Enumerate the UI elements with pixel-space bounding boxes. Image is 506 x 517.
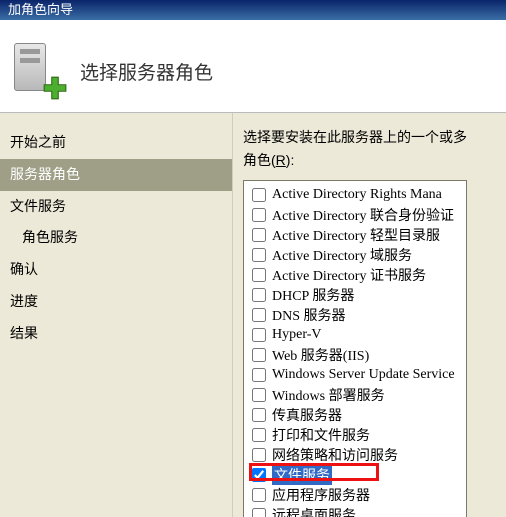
role-label: 传真服务器 — [272, 405, 342, 425]
role-label: 网络策略和访问服务 — [272, 445, 398, 465]
role-label: 文件服务 — [272, 465, 332, 485]
sidebar-step[interactable]: 服务器角色 — [0, 159, 232, 191]
role-label: DHCP 服务器 — [272, 285, 354, 305]
wizard-steps-sidebar: 开始之前服务器角色文件服务角色服务确认进度结果 — [0, 113, 233, 517]
role-item[interactable]: 传真服务器 — [244, 405, 466, 425]
instruction-text: 选择要安装在此服务器上的一个或多 — [243, 127, 506, 148]
role-item[interactable]: DHCP 服务器 — [244, 285, 466, 305]
role-item[interactable]: Active Directory 域服务 — [244, 245, 466, 265]
role-item[interactable]: 应用程序服务器 — [244, 485, 466, 505]
sidebar-step[interactable]: 进度 — [0, 286, 232, 318]
role-checkbox[interactable] — [252, 348, 266, 362]
roles-listbox[interactable]: Active Directory Rights Mana Active Direc… — [243, 180, 467, 517]
role-label: 应用程序服务器 — [272, 485, 370, 505]
role-checkbox[interactable] — [252, 328, 266, 342]
window-titlebar: 加角色向导 — [0, 0, 506, 20]
role-checkbox[interactable] — [252, 468, 266, 482]
sidebar-step[interactable]: 结果 — [0, 318, 232, 350]
role-item[interactable]: DNS 服务器 — [244, 305, 466, 325]
roles-label: 角色(R): — [243, 150, 506, 170]
role-checkbox[interactable] — [252, 488, 266, 502]
role-checkbox[interactable] — [252, 228, 266, 242]
role-item[interactable]: Active Directory 轻型目录服 — [244, 225, 466, 245]
role-item[interactable]: Web 服务器(IIS) — [244, 345, 466, 365]
role-label: Active Directory 证书服务 — [272, 265, 426, 285]
page-title: 选择服务器角色 — [80, 58, 213, 85]
role-item[interactable]: 远程桌面服务 — [244, 505, 466, 517]
role-checkbox[interactable] — [252, 368, 266, 382]
role-item[interactable]: 文件服务 — [244, 465, 466, 485]
role-label: Active Directory 域服务 — [272, 245, 412, 265]
role-item[interactable]: Windows 部署服务 — [244, 385, 466, 405]
window-title: 加角色向导 — [8, 2, 73, 17]
sidebar-step-label: 文件服务 — [10, 198, 66, 214]
role-item[interactable]: Active Directory Rights Mana — [244, 185, 466, 205]
role-item[interactable]: 打印和文件服务 — [244, 425, 466, 445]
sidebar-step-label: 确认 — [10, 261, 38, 277]
role-item[interactable]: Active Directory 联合身份验证 — [244, 205, 466, 225]
role-label: Web 服务器(IIS) — [272, 345, 369, 365]
role-checkbox[interactable] — [252, 428, 266, 442]
role-checkbox[interactable] — [252, 248, 266, 262]
sidebar-step-label: 服务器角色 — [10, 166, 80, 182]
sidebar-step[interactable]: 确认 — [0, 254, 232, 286]
role-checkbox[interactable] — [252, 308, 266, 322]
wizard-header: 选择服务器角色 — [0, 20, 506, 112]
role-checkbox[interactable] — [252, 408, 266, 422]
role-label: 远程桌面服务 — [272, 505, 356, 517]
sidebar-step[interactable]: 开始之前 — [0, 127, 232, 159]
role-checkbox[interactable] — [252, 508, 266, 517]
role-label: Hyper-V — [272, 327, 321, 343]
role-checkbox[interactable] — [252, 188, 266, 202]
role-label: Active Directory 轻型目录服 — [272, 225, 440, 245]
role-label: Windows Server Update Service — [272, 367, 455, 383]
role-item[interactable]: Active Directory 证书服务 — [244, 265, 466, 285]
role-label: Active Directory 联合身份验证 — [272, 205, 454, 225]
sidebar-step[interactable]: 文件服务 — [0, 191, 232, 223]
wizard-body: 开始之前服务器角色文件服务角色服务确认进度结果 选择要安装在此服务器上的一个或多… — [0, 112, 506, 517]
role-label: 打印和文件服务 — [272, 425, 370, 445]
role-checkbox[interactable] — [252, 268, 266, 282]
sidebar-step-label: 角色服务 — [22, 229, 78, 245]
sidebar-step-label: 进度 — [10, 293, 38, 309]
role-label: DNS 服务器 — [272, 305, 346, 325]
role-checkbox[interactable] — [252, 388, 266, 402]
role-selection-panel: 选择要安装在此服务器上的一个或多 角色(R): Active Directory… — [233, 113, 506, 517]
role-label: Windows 部署服务 — [272, 385, 385, 405]
role-item[interactable]: Hyper-V — [244, 325, 466, 345]
sidebar-step-label: 开始之前 — [10, 134, 66, 150]
role-item[interactable]: 网络策略和访问服务 — [244, 445, 466, 465]
role-label: Active Directory Rights Mana — [272, 187, 442, 203]
role-checkbox[interactable] — [252, 448, 266, 462]
sidebar-step-label: 结果 — [10, 325, 38, 341]
role-checkbox[interactable] — [252, 208, 266, 222]
server-add-icon — [14, 43, 62, 99]
role-item[interactable]: Windows Server Update Service — [244, 365, 466, 385]
sidebar-step[interactable]: 角色服务 — [0, 222, 232, 254]
role-checkbox[interactable] — [252, 288, 266, 302]
